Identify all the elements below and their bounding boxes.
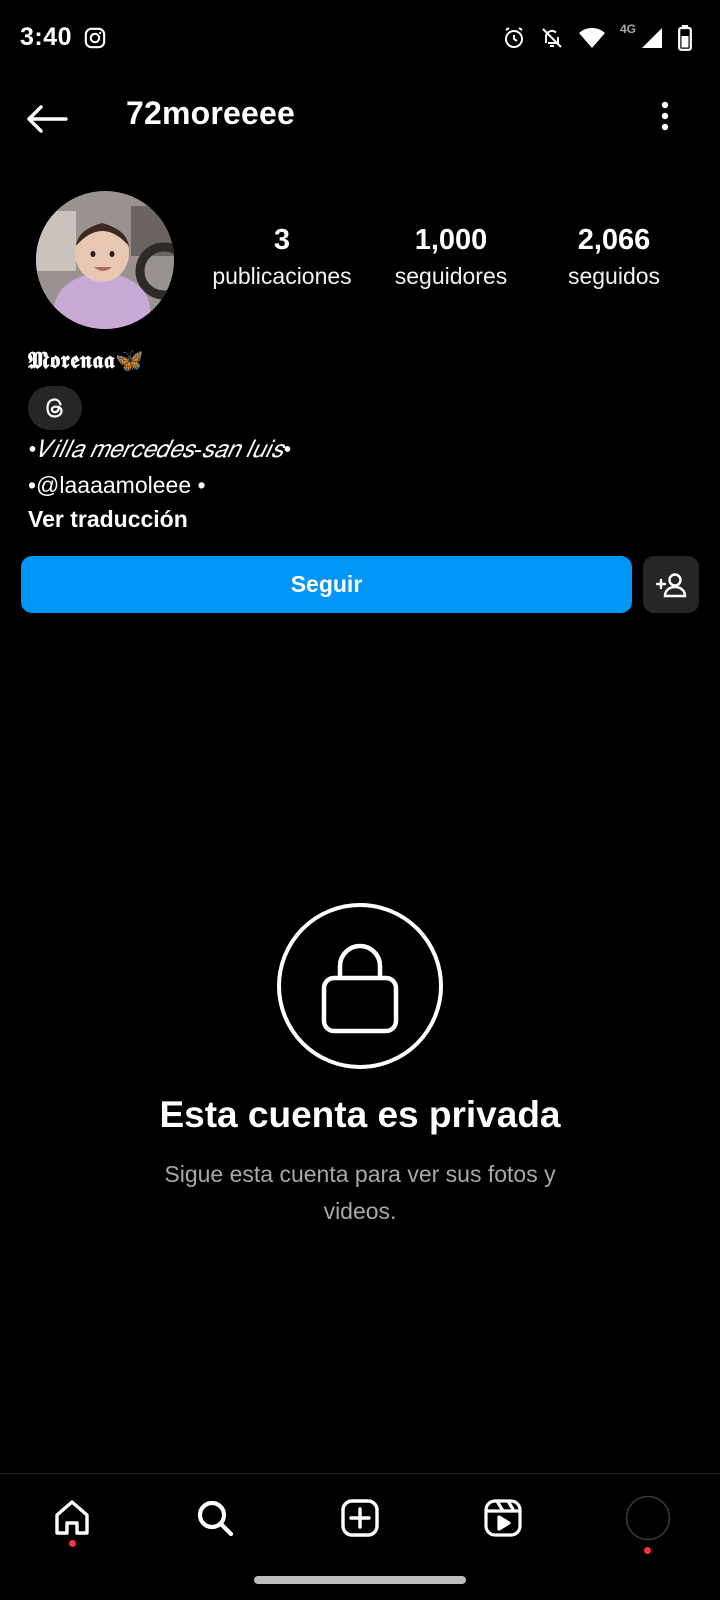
more-options-button[interactable] [650,96,680,136]
follow-button[interactable]: Seguir [21,556,632,613]
see-translation-link[interactable]: Ver traducción [28,506,188,533]
stat-following[interactable]: 2,066 seguidos [552,224,676,290]
stat-followers[interactable]: 1,000 seguidores [380,224,522,290]
add-person-icon [655,572,687,597]
gesture-home-indicator[interactable] [254,1576,466,1584]
stat-following-label: seguidos [567,263,661,289]
stat-posts-label: publicaciones [212,263,352,289]
nav-create[interactable] [330,1492,390,1544]
lock-icon [276,902,444,1070]
stat-posts: 3 publicaciones [206,224,358,290]
suggested-accounts-button[interactable] [643,556,699,613]
create-icon [341,1499,379,1537]
stat-posts-value: 3 [273,224,291,256]
nav-profile[interactable] [618,1492,678,1554]
reels-icon [484,1499,522,1537]
status-icons: 4G [502,22,692,51]
instagram-icon [84,27,106,49]
profile-username: 72moreeee [126,95,296,131]
stat-followers-value: 1,000 [414,224,488,256]
signal-icon [640,26,664,50]
bio-mention[interactable]: •@laaaamoleee • [28,472,206,499]
status-bar: 3:40 4G [0,0,720,78]
alarm-icon [502,26,526,50]
nav-home[interactable] [42,1492,102,1547]
more-vertical-icon [661,101,669,131]
avatar-photo [36,191,174,329]
bio-location: •𝑉𝑖𝑙𝑙𝑎 𝑚𝑒𝑟𝑐𝑒𝑑𝑒𝑠-𝑠𝑎𝑛 𝑙𝑢𝑖𝑠• [28,437,292,463]
profile-avatar[interactable] [36,191,174,329]
notifications-off-icon [540,26,564,50]
private-account-title: Esta cuenta es privada [159,1094,561,1135]
battery-icon [678,25,692,51]
threads-icon [46,398,63,418]
stat-followers-label: seguidores [394,263,508,289]
search-icon [197,1500,234,1537]
private-account-subtitle: Sigue esta cuenta para ver sus fotos y v… [164,1161,556,1224]
arrow-left-icon [27,105,68,133]
profile-avatar [625,1495,671,1541]
home-icon [55,1500,89,1535]
network-type: 4G [619,22,636,36]
display-name: 𝕸𝖔𝖗𝖊𝖓𝖆𝖆🦋 [28,347,145,374]
home-notification-dot [69,1540,76,1547]
stat-following-value: 2,066 [577,224,651,256]
threads-badge[interactable] [28,386,82,430]
profile-notification-dot [644,1547,651,1554]
nav-reels[interactable] [473,1492,533,1544]
wifi-icon [578,26,606,50]
status-time: 3:40 [20,23,73,51]
nav-search[interactable] [185,1492,245,1544]
back-button[interactable] [26,97,74,141]
